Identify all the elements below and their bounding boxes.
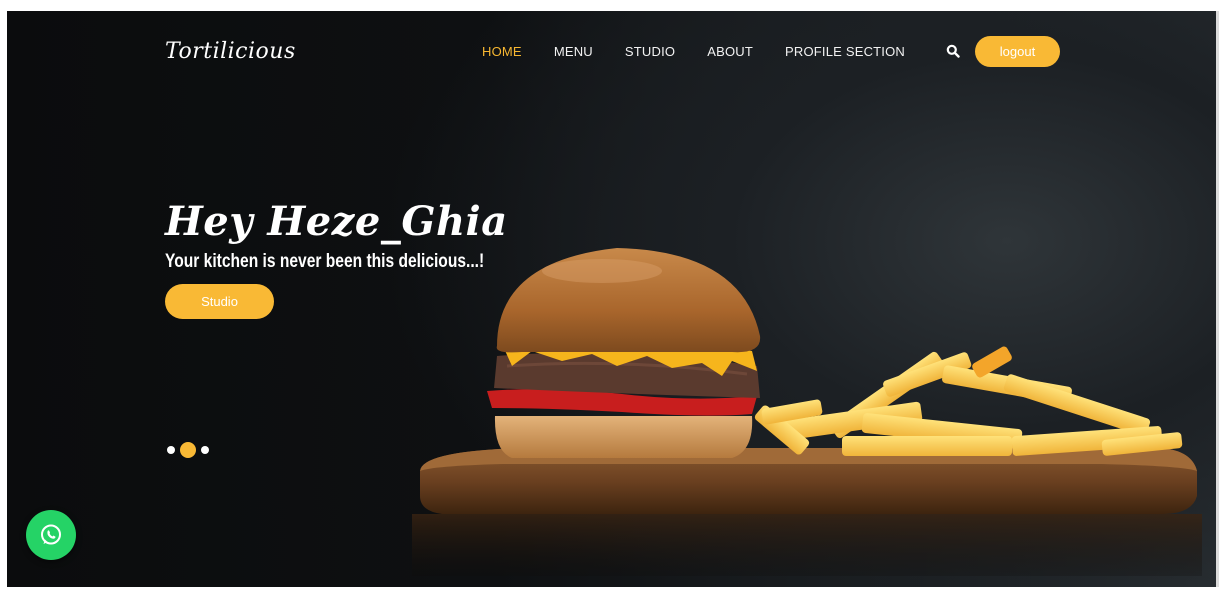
nav-item-studio[interactable]: STUDIO bbox=[625, 44, 675, 59]
logout-button[interactable]: logout bbox=[975, 36, 1060, 67]
nav-item-menu[interactable]: MENU bbox=[554, 44, 593, 59]
whatsapp-icon bbox=[41, 524, 61, 545]
whatsapp-button[interactable] bbox=[26, 510, 76, 560]
slider-dot-2-active[interactable] bbox=[180, 442, 196, 458]
slider-dots bbox=[167, 442, 209, 458]
nav-item-profile-section[interactable]: PROFILE SECTION bbox=[785, 44, 905, 59]
studio-button[interactable]: Studio bbox=[165, 284, 274, 319]
nav-item-home[interactable]: HOME bbox=[482, 44, 522, 59]
slider-dot-3[interactable] bbox=[201, 446, 209, 454]
slider-dot-1[interactable] bbox=[167, 446, 175, 454]
hero-food-image bbox=[412, 248, 1202, 576]
main-nav: HOME MENU STUDIO ABOUT PROFILE SECTION bbox=[482, 44, 937, 59]
search-icon[interactable] bbox=[946, 44, 960, 58]
nav-item-about[interactable]: ABOUT bbox=[707, 44, 753, 59]
brand-logo[interactable]: Tortilicious bbox=[165, 39, 296, 64]
frame-edge bbox=[1216, 11, 1219, 587]
hero-section: Tortilicious HOME MENU STUDIO ABOUT PROF… bbox=[7, 11, 1219, 587]
